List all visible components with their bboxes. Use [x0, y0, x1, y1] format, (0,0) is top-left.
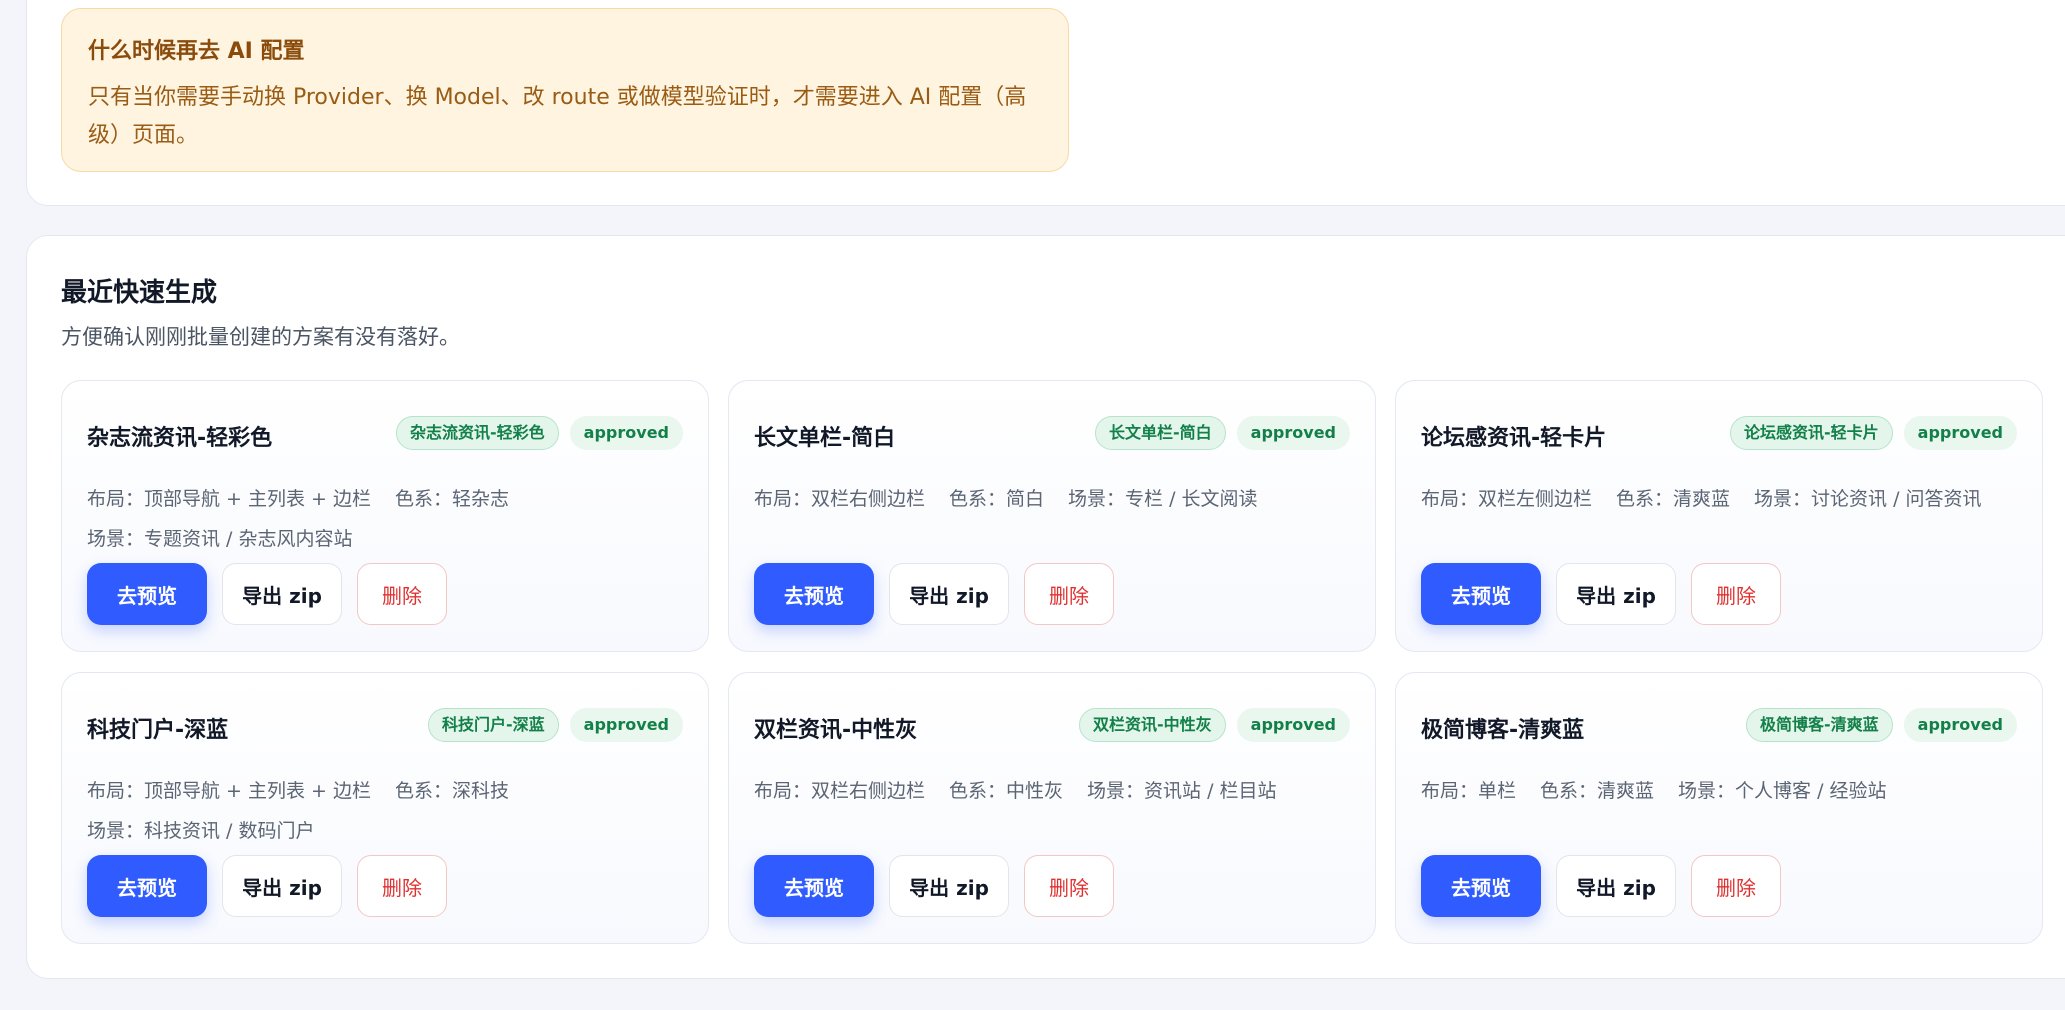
export-zip-button[interactable]: 导出 zip — [889, 563, 1009, 625]
ai-config-notice: 什么时候再去 AI 配置 只有当你需要手动换 Provider、换 Model、… — [61, 8, 1069, 172]
color-text: 色系：深科技 — [395, 780, 510, 802]
export-zip-button[interactable]: 导出 zip — [222, 855, 342, 917]
color-text: 色系：清爽蓝 — [1540, 780, 1655, 802]
preview-button[interactable]: 去预览 — [754, 563, 874, 625]
export-zip-button[interactable]: 导出 zip — [1556, 563, 1676, 625]
scene-text: 场景：科技资讯 / 数码门户 — [87, 820, 315, 842]
preview-button[interactable]: 去预览 — [1421, 855, 1541, 917]
color-text: 色系：清爽蓝 — [1616, 488, 1731, 510]
layout-text: 布局：双栏右侧边栏 — [754, 488, 926, 510]
card-meta: 布局：单栏 色系：清爽蓝 场景：个人博客 / 经验站 — [1421, 771, 2022, 811]
status-badge: approved — [569, 708, 683, 742]
card-meta: 布局：双栏右侧边栏 色系：中性灰 场景：资讯站 / 栏目站 — [754, 771, 1355, 811]
status-badge: approved — [1903, 708, 2017, 742]
status-badge: approved — [569, 416, 683, 450]
layout-text: 布局：双栏右侧边栏 — [754, 780, 926, 802]
status-badge: approved — [1236, 708, 1350, 742]
scene-text: 场景：专栏 / 长文阅读 — [1068, 488, 1258, 510]
preset-badge: 双栏资讯-中性灰 — [1079, 708, 1226, 742]
scheme-card: 双栏资讯-中性灰 双栏资讯-中性灰 approved 布局：双栏右侧边栏 色系：中… — [728, 672, 1376, 944]
layout-text: 布局：顶部导航 + 主列表 + 边栏 — [87, 488, 371, 510]
color-text: 色系：简白 — [949, 488, 1045, 510]
preset-badge: 杂志流资讯-轻彩色 — [396, 416, 559, 450]
delete-button[interactable]: 删除 — [1024, 563, 1114, 625]
preview-button[interactable]: 去预览 — [1421, 563, 1541, 625]
scheme-card: 杂志流资讯-轻彩色 杂志流资讯-轻彩色 approved 布局：顶部导航 + 主… — [61, 380, 709, 652]
delete-button[interactable]: 删除 — [357, 563, 447, 625]
layout-text: 布局：顶部导航 + 主列表 + 边栏 — [87, 780, 371, 802]
ai-config-panel: 什么时候再去 AI 配置 只有当你需要手动换 Provider、换 Model、… — [26, 0, 2065, 206]
delete-button[interactable]: 删除 — [357, 855, 447, 917]
delete-button[interactable]: 删除 — [1024, 855, 1114, 917]
layout-text: 布局：单栏 — [1421, 780, 1517, 802]
scheme-card: 长文单栏-简白 长文单栏-简白 approved 布局：双栏右侧边栏 色系：简白 场… — [728, 380, 1376, 652]
card-title: 杂志流资讯-轻彩色 — [87, 426, 273, 451]
export-zip-button[interactable]: 导出 zip — [1556, 855, 1676, 917]
preset-badge: 极简博客-清爽蓝 — [1746, 708, 1893, 742]
card-title: 双栏资讯-中性灰 — [754, 718, 918, 743]
export-zip-button[interactable]: 导出 zip — [889, 855, 1009, 917]
color-text: 色系：轻杂志 — [395, 488, 510, 510]
scene-text: 场景：个人博客 / 经验站 — [1678, 780, 1887, 802]
color-text: 色系：中性灰 — [949, 780, 1064, 802]
layout-text: 布局：双栏左侧边栏 — [1421, 488, 1593, 510]
status-badge: approved — [1903, 416, 2017, 450]
preview-button[interactable]: 去预览 — [754, 855, 874, 917]
card-title: 长文单栏-简白 — [754, 426, 896, 451]
preset-badge: 科技门户-深蓝 — [428, 708, 559, 742]
status-badge: approved — [1236, 416, 1350, 450]
scheme-card: 论坛感资讯-轻卡片 论坛感资讯-轻卡片 approved 布局：双栏左侧边栏 色系… — [1395, 380, 2043, 652]
card-meta: 布局：双栏左侧边栏 色系：清爽蓝 场景：讨论资讯 / 问答资讯 — [1421, 479, 2022, 519]
card-meta: 布局：双栏右侧边栏 色系：简白 场景：专栏 / 长文阅读 — [754, 479, 1355, 519]
preview-button[interactable]: 去预览 — [87, 855, 207, 917]
card-title: 论坛感资讯-轻卡片 — [1421, 426, 1607, 451]
scene-text: 场景：资讯站 / 栏目站 — [1087, 780, 1277, 802]
card-meta: 布局：顶部导航 + 主列表 + 边栏 色系：轻杂志场景：专题资讯 / 杂志风内容站 — [87, 479, 688, 559]
scene-text: 场景：专题资讯 / 杂志风内容站 — [87, 528, 353, 550]
section-subtitle: 方便确认刚刚批量创建的方案有没有落好。 — [61, 325, 460, 349]
delete-button[interactable]: 删除 — [1691, 563, 1781, 625]
notice-body: 只有当你需要手动换 Provider、换 Model、改 route 或做模型验… — [88, 85, 1027, 148]
section-title: 最近快速生成 — [61, 278, 218, 308]
card-meta: 布局：顶部导航 + 主列表 + 边栏 色系：深科技场景：科技资讯 / 数码门户 — [87, 771, 688, 851]
recent-quick-generation-panel: 最近快速生成 方便确认刚刚批量创建的方案有没有落好。 杂志流资讯-轻彩色 杂志流… — [26, 235, 2065, 979]
card-title: 科技门户-深蓝 — [87, 718, 229, 743]
notice-title: 什么时候再去 AI 配置 — [88, 39, 305, 64]
card-title: 极简博客-清爽蓝 — [1421, 718, 1585, 743]
scheme-card: 极简博客-清爽蓝 极简博客-清爽蓝 approved 布局：单栏 色系：清爽蓝 场景… — [1395, 672, 2043, 944]
export-zip-button[interactable]: 导出 zip — [222, 563, 342, 625]
delete-button[interactable]: 删除 — [1691, 855, 1781, 917]
preview-button[interactable]: 去预览 — [87, 563, 207, 625]
scheme-card: 科技门户-深蓝 科技门户-深蓝 approved 布局：顶部导航 + 主列表 +… — [61, 672, 709, 944]
scene-text: 场景：讨论资讯 / 问答资讯 — [1754, 488, 1982, 510]
preset-badge: 论坛感资讯-轻卡片 — [1730, 416, 1893, 450]
preset-badge: 长文单栏-简白 — [1095, 416, 1226, 450]
